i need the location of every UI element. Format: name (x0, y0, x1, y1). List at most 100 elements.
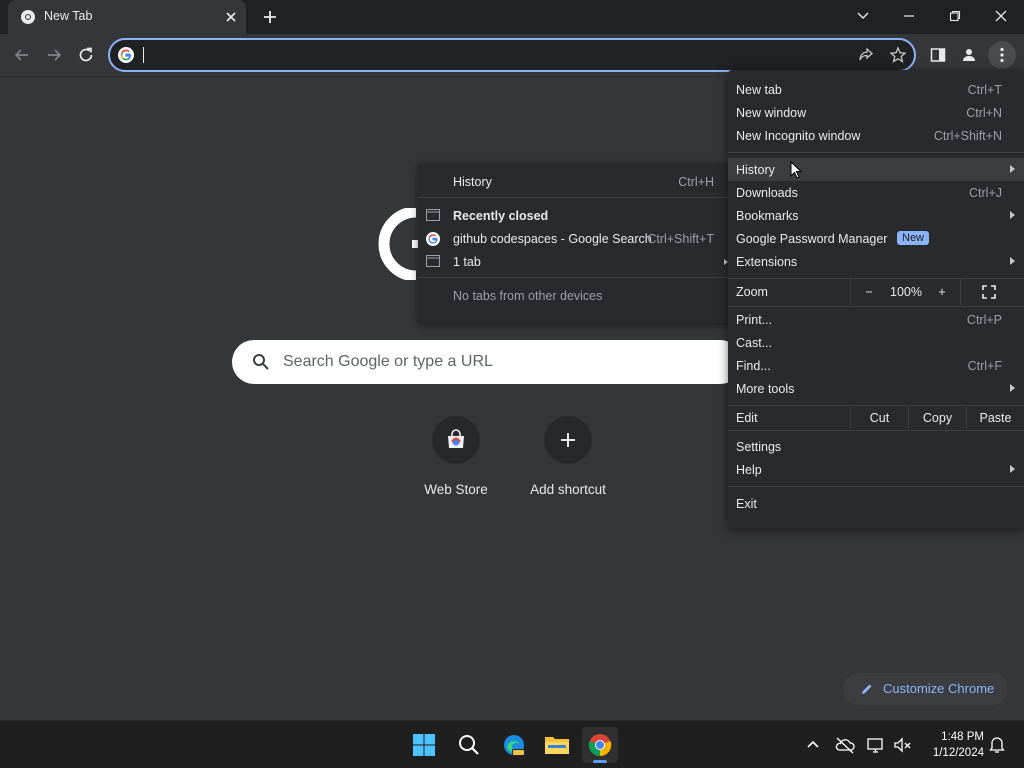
menu-more-tools[interactable]: More tools (728, 377, 1024, 400)
menu-password-manager[interactable]: Google Password Manager New (728, 227, 1024, 250)
menu-new-tab[interactable]: New tab Ctrl+T (728, 78, 1024, 101)
closed-item-1-tab[interactable]: 1 tab (418, 251, 734, 273)
shortcut-label: Add shortcut (530, 482, 606, 497)
start-button[interactable] (406, 727, 442, 763)
menu-new-window[interactable]: New window Ctrl+N (728, 101, 1024, 124)
zoom-out-button[interactable]: − (854, 279, 884, 305)
submenu-divider (418, 197, 734, 198)
menu-item-shortcut: Ctrl+N (966, 106, 1002, 120)
taskbar-chrome-button[interactable] (582, 727, 618, 763)
submenu-history[interactable]: History Ctrl+H (418, 171, 734, 193)
taskbar-search-button[interactable] (451, 727, 487, 763)
copy-button[interactable]: Copy (909, 407, 966, 429)
ntp-search-box[interactable]: Search Google or type a URL (232, 340, 742, 384)
menu-new-incognito[interactable]: New Incognito window Ctrl+Shift+N (728, 124, 1024, 147)
window-icon (426, 209, 440, 221)
fullscreen-icon[interactable] (982, 285, 1004, 301)
zoom-divider (850, 279, 851, 305)
menu-extensions[interactable]: Extensions (728, 250, 1024, 273)
windows-icon (413, 734, 435, 756)
text-caret (143, 47, 144, 63)
taskbar-explorer-button[interactable] (539, 727, 575, 763)
add-icon (544, 416, 592, 464)
menu-item-shortcut: Ctrl+Shift+N (933, 129, 1002, 143)
search-icon (252, 353, 270, 371)
menu-bookmarks[interactable]: Bookmarks (728, 204, 1024, 227)
edit-row: Edit Cut Copy Paste (728, 407, 1024, 429)
new-badge: New (897, 231, 930, 245)
edge-icon (504, 735, 525, 756)
zoom-in-button[interactable]: + (928, 279, 956, 305)
menu-item-label: History (736, 163, 775, 177)
onedrive-offline-icon[interactable] (834, 735, 856, 755)
shortcut-add[interactable]: Add shortcut (513, 416, 623, 506)
new-tab-button[interactable] (258, 6, 282, 28)
menu-history[interactable]: History (728, 158, 1024, 181)
recently-closed-header: Recently closed (418, 205, 734, 227)
submenu-arrow-icon (1010, 465, 1015, 473)
menu-print[interactable]: Print... Ctrl+P (728, 308, 1024, 331)
volume-muted-icon[interactable] (893, 735, 913, 755)
menu-item-label: Bookmarks (736, 209, 799, 223)
profile-icon[interactable] (960, 46, 978, 64)
side-panel-icon[interactable] (929, 46, 947, 64)
menu-cast[interactable]: Cast... (728, 331, 1024, 354)
share-icon[interactable] (857, 46, 875, 64)
zoom-row: Zoom − 100% + (728, 279, 1024, 305)
other-devices: No tabs from other devices (418, 285, 734, 307)
google-logo (374, 208, 420, 280)
submenu-history-shortcut: Ctrl+H (678, 175, 714, 189)
menu-find[interactable]: Find... Ctrl+F (728, 354, 1024, 377)
menu-item-label: More tools (736, 382, 795, 396)
menu-divider (728, 486, 1024, 487)
reload-button[interactable] (72, 42, 100, 68)
cut-button[interactable]: Cut (851, 407, 908, 429)
mouse-cursor-icon (790, 161, 802, 179)
restore-button[interactable] (932, 0, 978, 32)
taskbar-edge-button[interactable] (496, 727, 532, 763)
closed-item-shortcut: Ctrl+Shift+T (647, 232, 714, 246)
customize-chrome-button[interactable]: Customize Chrome (843, 673, 1008, 705)
closed-item-github[interactable]: github codespaces - Google Search Ctrl+S… (418, 228, 734, 250)
tab-search-icon[interactable] (840, 0, 886, 32)
menu-item-label: Find... (736, 359, 771, 373)
menu-item-shortcut: Ctrl+T (967, 83, 1002, 97)
menu-item-label: Settings (736, 440, 782, 454)
menu-divider (728, 405, 1024, 406)
notification-bell-icon[interactable] (987, 735, 1007, 755)
closed-item-label: 1 tab (453, 255, 481, 269)
zoom-value: 100% (890, 285, 922, 299)
shortcut-web-store[interactable]: Web Store (401, 416, 511, 506)
menu-item-label: Google Password Manager (736, 232, 888, 246)
bookmark-star-icon[interactable] (889, 46, 907, 64)
minimize-button[interactable] (886, 0, 932, 32)
menu-item-label: Print... (736, 313, 773, 327)
chrome-icon (588, 734, 612, 757)
menu-item-label: New window (736, 106, 807, 120)
forward-button[interactable] (40, 42, 68, 68)
zoom-divider (960, 279, 961, 305)
close-window-button[interactable] (978, 0, 1024, 32)
close-tab-icon[interactable] (223, 9, 239, 25)
tab-new-tab[interactable]: New Tab (8, 0, 246, 34)
back-button[interactable] (8, 42, 36, 68)
pencil-icon (860, 682, 874, 696)
chrome-icon (20, 9, 36, 25)
active-indicator (593, 760, 607, 763)
paste-button[interactable]: Paste (967, 407, 1024, 429)
menu-downloads[interactable]: Downloads Ctrl+J (728, 181, 1024, 204)
chevron-up-icon[interactable] (803, 735, 823, 755)
other-devices-label: No tabs from other devices (453, 289, 603, 303)
network-icon[interactable] (866, 735, 886, 755)
folder-icon (545, 737, 569, 754)
clock-date: 1/12/2024 (932, 747, 984, 759)
menu-help[interactable]: Help (728, 458, 1024, 481)
chrome-menu: New tab Ctrl+T New window Ctrl+N New Inc… (728, 70, 1024, 528)
menu-exit[interactable]: Exit (728, 492, 1024, 515)
menu-settings[interactable]: Settings (728, 435, 1024, 458)
clock[interactable]: 1:48 PM 1/12/2024 (920, 729, 984, 761)
menu-button[interactable] (988, 41, 1016, 69)
edit-label: Edit (736, 411, 758, 425)
address-bar[interactable] (108, 38, 916, 72)
menu-item-label: Help (736, 463, 762, 477)
